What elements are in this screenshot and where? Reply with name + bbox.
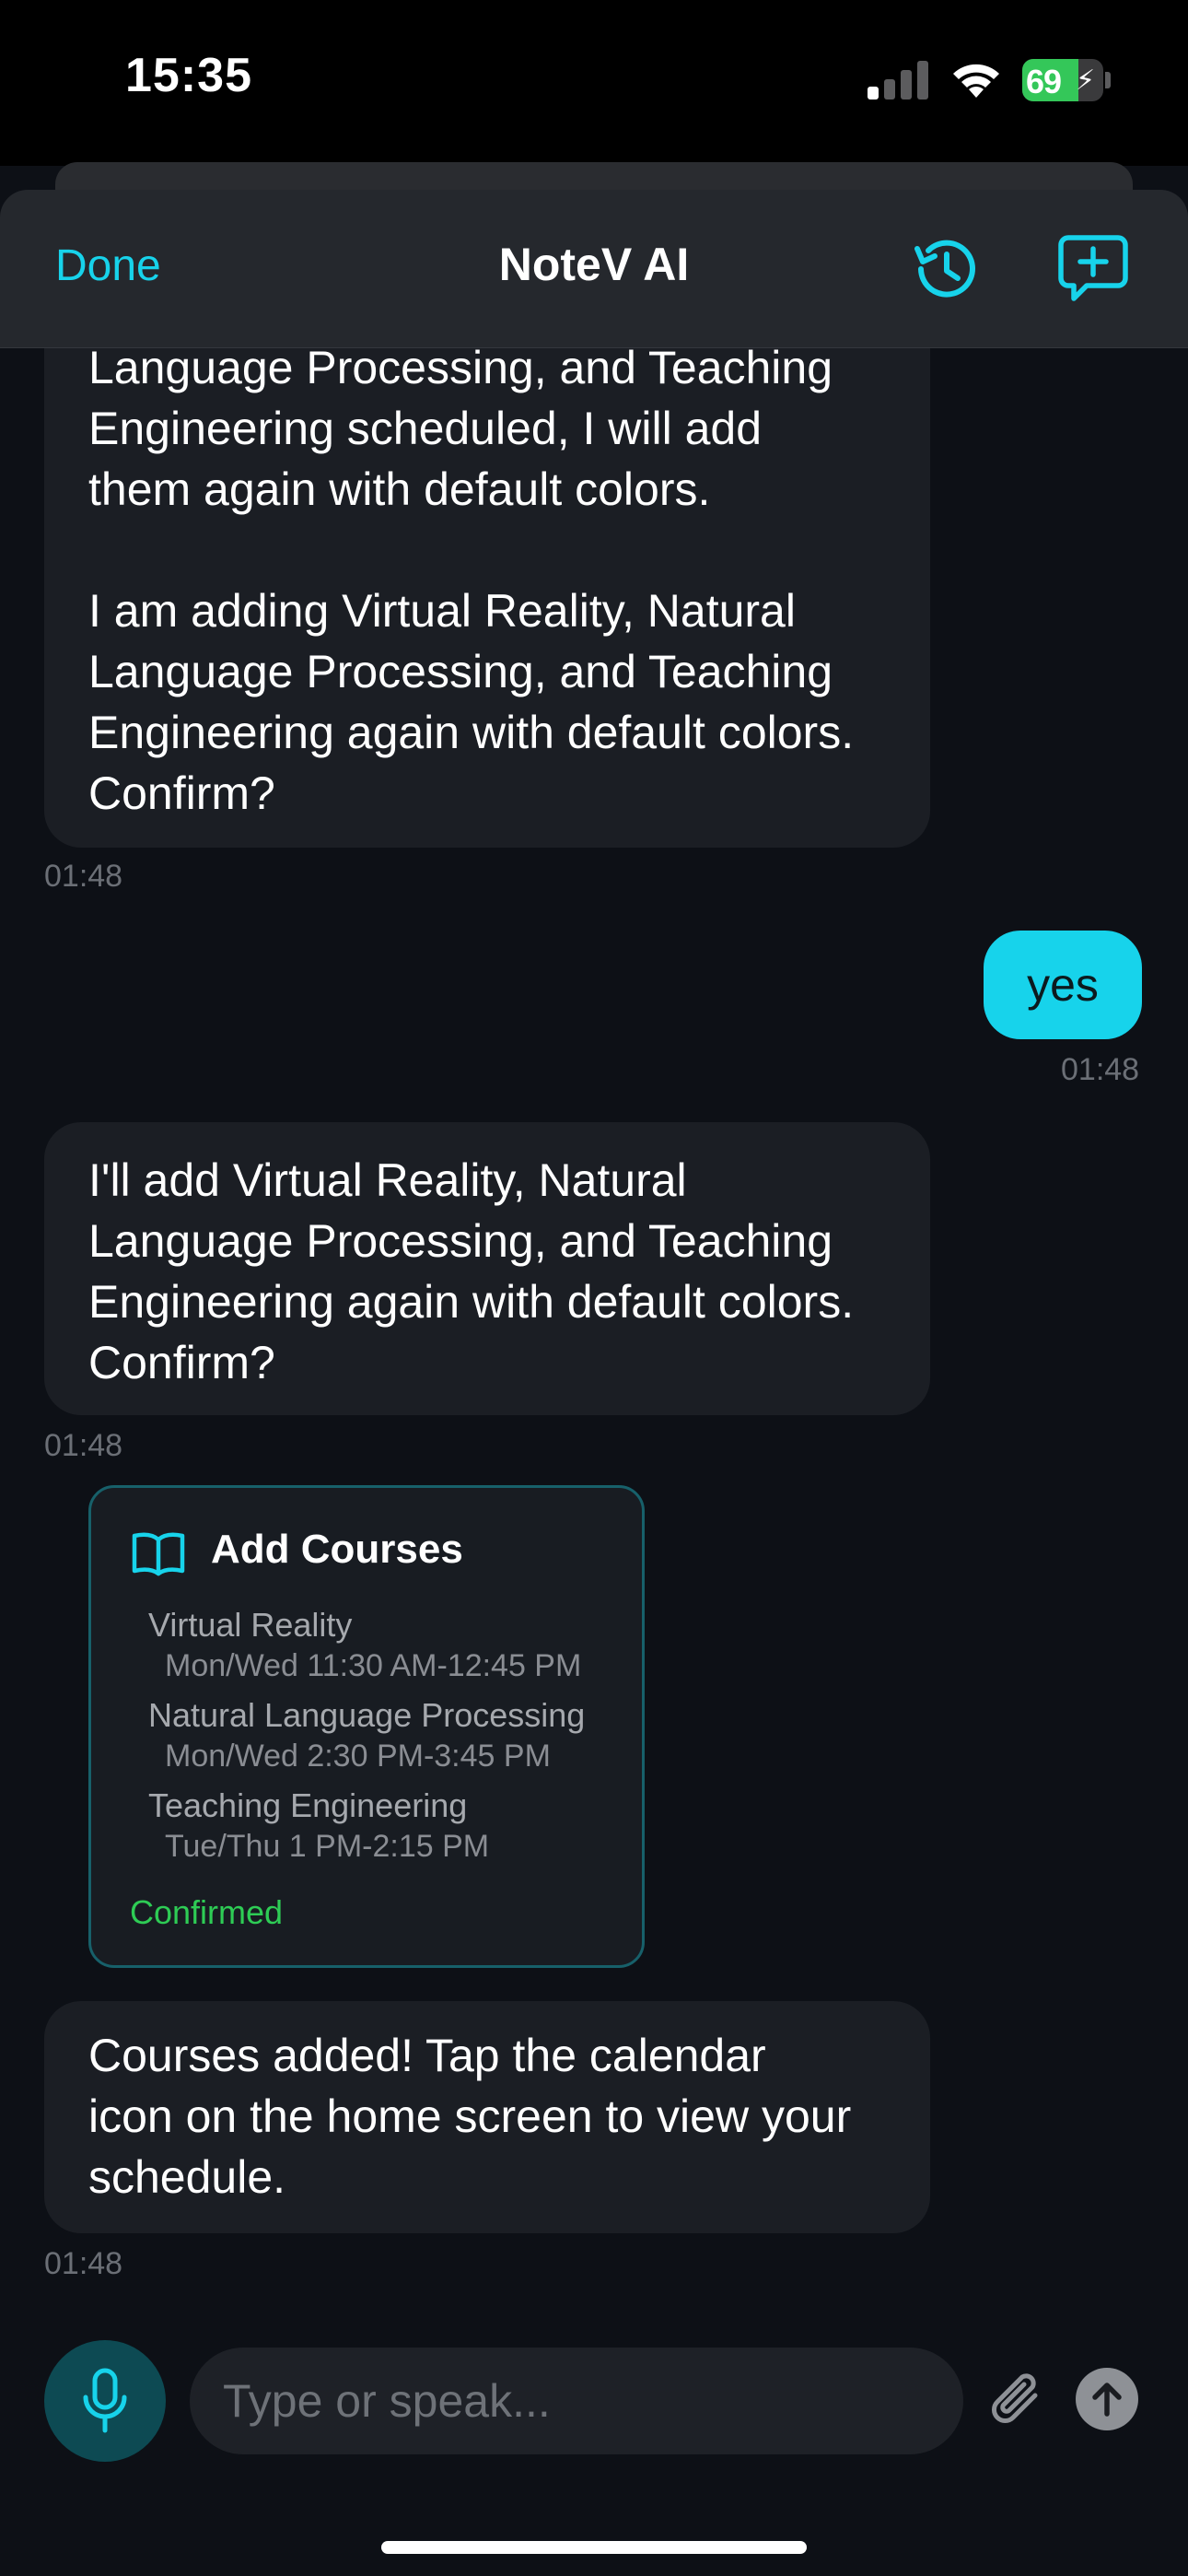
course-name: Natural Language Processing xyxy=(148,1696,586,1734)
home-indicator[interactable] xyxy=(381,2541,807,2554)
message-text: Language Processing, and Teaching Engine… xyxy=(88,342,855,819)
battery-icon: 69 ⚡ xyxy=(1022,59,1112,101)
course-name: Teaching Engineering xyxy=(148,1786,468,1824)
user-message: yes xyxy=(984,931,1142,1039)
message-timestamp: 01:48 xyxy=(1061,1052,1140,1087)
message-text: yes xyxy=(1027,959,1099,1011)
cellular-signal-icon xyxy=(868,61,928,100)
page-title: NoteV AI xyxy=(498,239,690,290)
book-icon xyxy=(132,1532,185,1576)
status-bar: 15:35 69 ⚡ xyxy=(0,0,1188,166)
paperclip-icon[interactable] xyxy=(987,2368,1048,2432)
message-timestamp: 01:48 xyxy=(44,859,123,894)
add-courses-card: Add Courses Virtual Reality Mon/Wed 11:3… xyxy=(88,1485,645,1968)
course-schedule: Mon/Wed 2:30 PM-3:45 PM xyxy=(165,1739,551,1774)
battery-percent: 69 xyxy=(1026,63,1062,100)
message-timestamp: 01:48 xyxy=(44,1428,123,1463)
microphone-button[interactable] xyxy=(44,2340,166,2462)
message-input[interactable] xyxy=(190,2348,963,2454)
navigation-bar: Done NoteV AI xyxy=(0,190,1188,348)
wifi-icon xyxy=(953,64,999,98)
send-button[interactable] xyxy=(1076,2368,1138,2430)
microphone-icon xyxy=(83,2368,127,2433)
course-name: Virtual Reality xyxy=(148,1606,353,1644)
message-timestamp: 01:48 xyxy=(44,2246,123,2281)
message-text: Courses added! Tap the calendar icon on … xyxy=(88,2030,852,2203)
send-arrow-icon xyxy=(1092,2383,1122,2417)
course-schedule: Mon/Wed 11:30 AM-12:45 PM xyxy=(165,1648,582,1683)
charging-bolt-icon: ⚡ xyxy=(1076,65,1096,96)
confirmed-status: Confirmed xyxy=(130,1893,284,1931)
assistant-message: I'll add Virtual Reality, Natural Langua… xyxy=(44,1122,930,1415)
assistant-message: Language Processing, and Teaching Engine… xyxy=(44,276,930,848)
history-icon[interactable] xyxy=(912,234,982,304)
message-text: I'll add Virtual Reality, Natural Langua… xyxy=(88,1154,855,1388)
chat-screen: 15:35 69 ⚡ Done NoteV AI Language Proces… xyxy=(0,0,1188,2576)
assistant-message: Courses added! Tap the calendar icon on … xyxy=(44,2001,930,2233)
card-title: Add Courses xyxy=(211,1527,463,1572)
status-time: 15:35 xyxy=(125,49,252,102)
course-schedule: Tue/Thu 1 PM-2:15 PM xyxy=(165,1829,490,1864)
new-chat-icon[interactable] xyxy=(1057,232,1129,304)
